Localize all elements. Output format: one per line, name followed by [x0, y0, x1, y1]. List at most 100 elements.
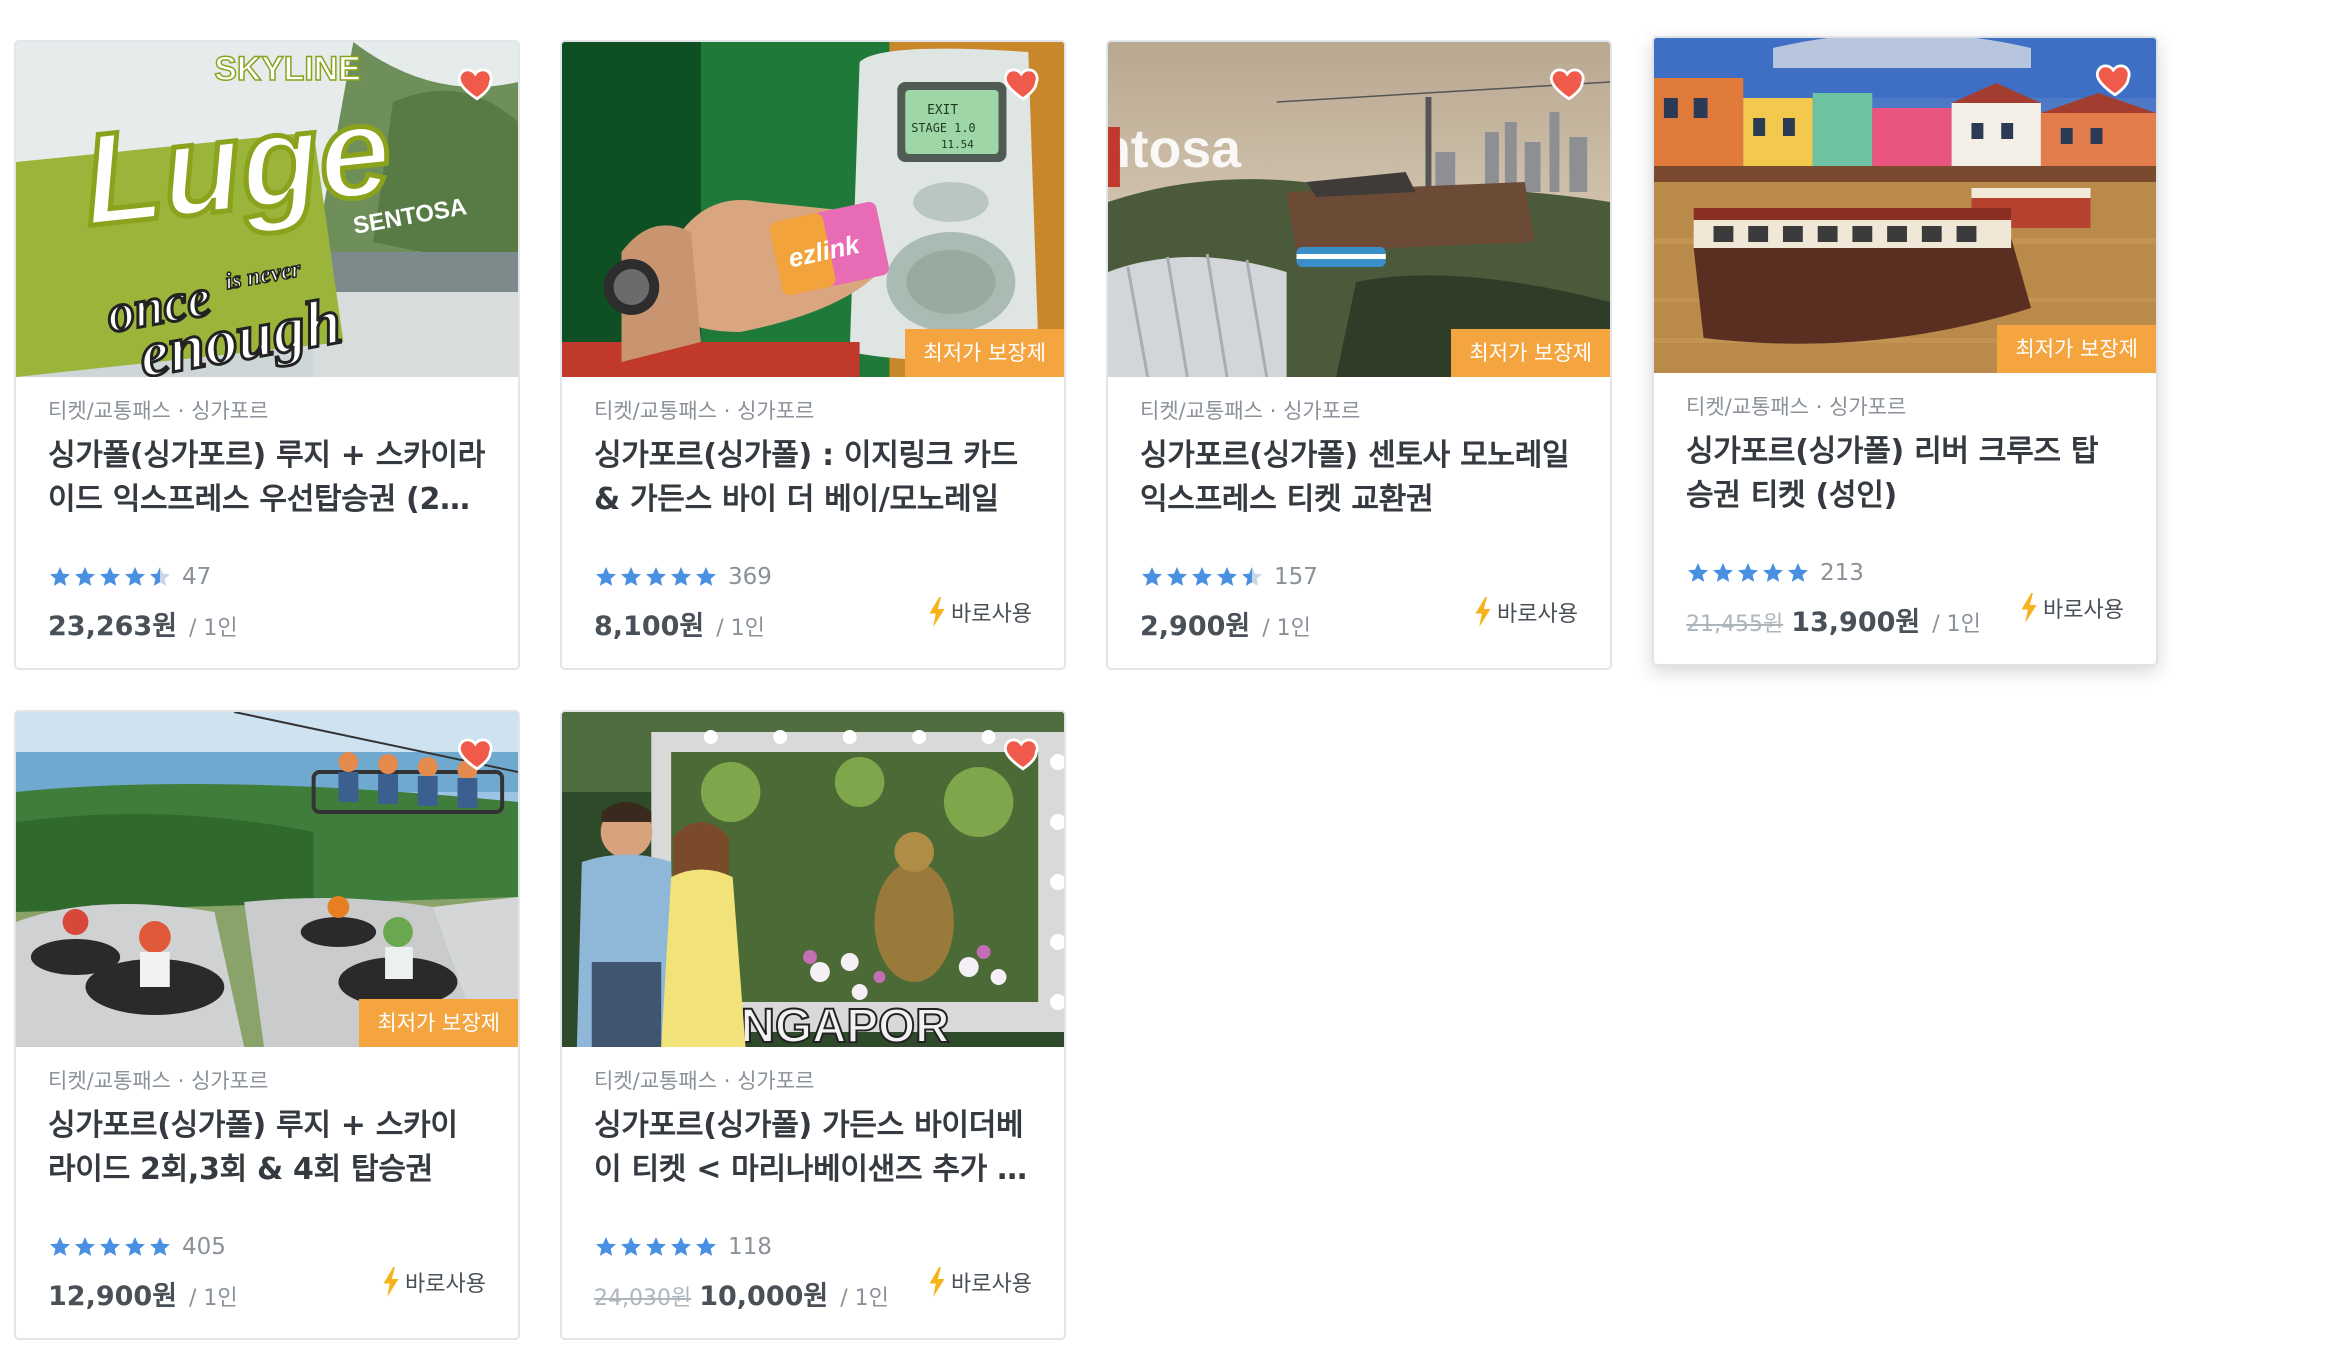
product-rating: 118 — [594, 1232, 1032, 1262]
product-card[interactable]: 최저가 보장제 티켓/교통패스 · 싱가포르 싱가포르(싱가폴) 리버 크루즈 … — [1652, 36, 2158, 666]
star-icon — [1215, 565, 1239, 589]
star-icon — [594, 1235, 618, 1259]
instant-use-label: 바로사용 — [1473, 596, 1578, 628]
price-unit: / 1인 — [716, 616, 765, 642]
product-card[interactable]: SKYLINE Luge SENTOSA once is never enoug… — [14, 40, 520, 670]
price-unit: / 1인 — [1932, 612, 1981, 638]
lowest-price-badge: 최저가 보장제 — [905, 329, 1064, 377]
product-card[interactable]: ntosa 최저가 보장제 티켓/교통패스 · 싱가포르 싱가포르(싱가폴) 센… — [1106, 40, 1612, 670]
star-icon — [669, 1235, 693, 1259]
svg-text:STAGE 1.0: STAGE 1.0 — [911, 121, 975, 135]
product-category: 티켓/교통패스 — [1140, 399, 1263, 423]
meta-separator: · — [177, 1069, 185, 1093]
sale-price: 8,100원 — [594, 611, 705, 643]
product-meta: 티켓/교통패스 · 싱가포르 — [48, 399, 486, 424]
star-icon — [1140, 565, 1164, 589]
instant-use-text: 바로사용 — [951, 602, 1032, 628]
star-icon — [73, 565, 97, 589]
svg-text:NGAPOR: NGAPOR — [741, 1000, 950, 1047]
lightning-icon — [381, 1267, 405, 1298]
instant-use-label: 바로사용 — [927, 596, 1032, 628]
product-image[interactable]: EXIT STAGE 1.0 11.54 ezlink 최저가 보장제 — [562, 42, 1064, 377]
product-location: 싱가포르 — [737, 399, 815, 423]
lightning-icon — [2019, 593, 2043, 624]
meta-separator: · — [1815, 395, 1823, 419]
heart-icon[interactable] — [1002, 62, 1044, 104]
star-icon — [1786, 561, 1810, 585]
heart-icon[interactable] — [456, 62, 498, 104]
product-title[interactable]: 싱가포르(싱가폴) : 이지링크 카드 & 가든스 바이 더 베이/모노레일 — [594, 434, 1032, 522]
product-image[interactable]: 최저가 보장제 — [1654, 38, 2156, 373]
price-row: 21,455원 13,900원 / 1인 바로사용 — [1686, 593, 2124, 640]
sale-price: 23,263원 — [48, 611, 178, 643]
lightning-icon — [1473, 597, 1497, 628]
star-icon — [619, 1235, 643, 1259]
meta-separator: · — [1269, 399, 1277, 423]
product-image[interactable]: 최저가 보장제 — [16, 712, 518, 1047]
star-icon — [644, 1235, 668, 1259]
product-meta: 티켓/교통패스 · 싱가포르 — [1686, 395, 2124, 420]
price-row: 23,263원 / 1인 — [48, 604, 486, 644]
star-rating — [1686, 561, 1810, 585]
heart-icon[interactable] — [456, 732, 498, 774]
star-rating — [48, 565, 172, 589]
instant-use-label: 바로사용 — [381, 1266, 486, 1298]
product-title[interactable]: 싱가포르(싱가폴) 리버 크루즈 탑승권 티켓 (성인) — [1686, 430, 2124, 518]
sale-price: 10,000원 — [699, 1281, 829, 1313]
star-rating — [48, 1235, 172, 1259]
star-icon — [98, 565, 122, 589]
product-location: 싱가포르 — [191, 399, 269, 423]
lowest-price-badge: 최저가 보장제 — [1997, 325, 2156, 373]
star-icon — [694, 1235, 718, 1259]
product-meta: 티켓/교통패스 · 싱가포르 — [48, 1069, 486, 1094]
star-icon — [1736, 561, 1760, 585]
star-icon — [594, 565, 618, 589]
price-row: 8,100원 / 1인 바로사용 — [594, 597, 1032, 644]
lowest-price-badge: 최저가 보장제 — [359, 999, 518, 1047]
heart-icon[interactable] — [1002, 732, 1044, 774]
star-icon — [148, 565, 172, 589]
star-icon — [148, 1235, 172, 1259]
price-unit: / 1인 — [1262, 616, 1311, 642]
product-title[interactable]: 싱가폴(싱가포르) 루지 + 스카이라이드 익스프레스 우선탑승권 (2회권/3… — [48, 434, 486, 522]
product-title[interactable]: 싱가포르(싱가폴) 가든스 바이더베이 티켓 < 마리나베이샌즈 추가 할인까.… — [594, 1104, 1032, 1192]
product-image[interactable]: SKYLINE Luge SENTOSA once is never enoug… — [16, 42, 518, 377]
product-rating: 157 — [1140, 562, 1578, 592]
product-category: 티켓/교통패스 — [48, 1069, 171, 1093]
meta-separator: · — [723, 399, 731, 423]
review-count: 47 — [182, 564, 212, 591]
meta-separator: · — [723, 1069, 731, 1093]
star-icon — [644, 565, 668, 589]
lightning-icon — [927, 1267, 951, 1298]
price-unit: / 1인 — [840, 1286, 889, 1312]
price-unit: / 1인 — [189, 616, 238, 642]
star-rating — [594, 565, 718, 589]
product-category: 티켓/교통패스 — [1686, 395, 1809, 419]
star-icon — [1165, 565, 1189, 589]
product-card[interactable]: 최저가 보장제 티켓/교통패스 · 싱가포르 싱가포르(싱가폴) 루지 + 스카… — [14, 710, 520, 1340]
product-title[interactable]: 싱가포르(싱가폴) 센토사 모노레일 익스프레스 티켓 교환권 — [1140, 434, 1578, 522]
product-image[interactable]: NGAPOR — [562, 712, 1064, 1047]
star-icon — [619, 565, 643, 589]
product-card[interactable]: NGAPOR 티켓/교통패스 · 싱가포르 싱가포르(싱가폴) 가든스 바이더베… — [560, 710, 1066, 1340]
product-card[interactable]: EXIT STAGE 1.0 11.54 ezlink 최저가 보장제 티켓/교… — [560, 40, 1066, 670]
heart-icon[interactable] — [2094, 58, 2136, 100]
lightning-icon — [927, 597, 951, 628]
heart-icon[interactable] — [1548, 62, 1590, 104]
product-title[interactable]: 싱가포르(싱가폴) 루지 + 스카이 라이드 2회,3회 & 4회 탑승권 — [48, 1104, 486, 1192]
product-location: 싱가포르 — [1829, 395, 1907, 419]
product-meta: 티켓/교통패스 · 싱가포르 — [594, 1069, 1032, 1094]
star-icon — [694, 565, 718, 589]
star-icon — [98, 1235, 122, 1259]
product-category: 티켓/교통패스 — [594, 399, 717, 423]
lowest-price-badge: 최저가 보장제 — [1451, 329, 1610, 377]
instant-use-text: 바로사용 — [951, 1272, 1032, 1298]
meta-separator: · — [177, 399, 185, 423]
product-image[interactable]: ntosa 최저가 보장제 — [1108, 42, 1610, 377]
star-rating — [1140, 565, 1264, 589]
star-icon — [73, 1235, 97, 1259]
original-price: 21,455원 — [1686, 612, 1784, 638]
review-count: 157 — [1274, 564, 1318, 591]
review-count: 405 — [182, 1234, 226, 1261]
price-row: 2,900원 / 1인 바로사용 — [1140, 597, 1578, 644]
